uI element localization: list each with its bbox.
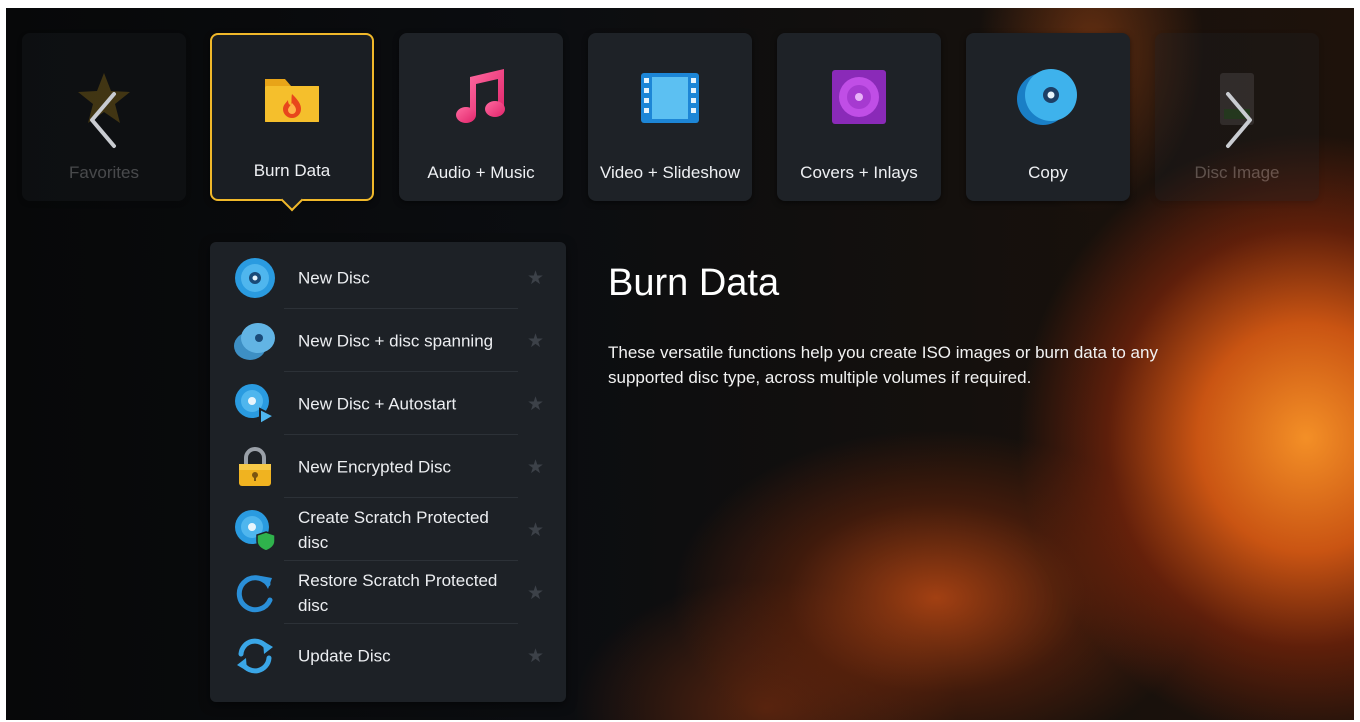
app-window: Favorites Burn Data Audio + Music Video …	[6, 8, 1354, 720]
menu-item-update-disc[interactable]: Update Disc ★	[210, 624, 566, 687]
menu-item-new-encrypted-disc[interactable]: New Encrypted Disc ★	[210, 435, 566, 498]
section-description: These versatile functions help you creat…	[608, 343, 1158, 387]
category-burn-data[interactable]: Burn Data	[210, 33, 374, 201]
category-label: Video + Slideshow	[599, 163, 741, 182]
menu-item-create-scratch-protected[interactable]: Create Scratch Protected disc ★	[210, 498, 566, 561]
category-label: Covers + Inlays	[800, 163, 918, 182]
refresh-icon	[237, 638, 273, 673]
star-icon[interactable]: ★	[527, 456, 544, 478]
star-icon[interactable]: ★	[527, 330, 544, 352]
burn-data-menu: New Disc ★ New Disc + disc spanning ★ Ne…	[210, 242, 566, 702]
category-label: Copy	[1028, 163, 1068, 182]
menu-item-new-disc[interactable]: New Disc ★	[210, 246, 566, 309]
star-icon[interactable]: ★	[527, 267, 544, 289]
disc-cover-icon	[832, 70, 886, 124]
menu-item-label: New Disc + Autostart	[298, 394, 457, 413]
menu-item-new-disc-autostart[interactable]: New Disc + Autostart ★	[210, 372, 566, 435]
menu-item-new-disc-spanning[interactable]: New Disc + disc spanning ★	[210, 309, 566, 372]
star-icon[interactable]: ★	[527, 519, 544, 541]
category-covers-inlays[interactable]: Covers + Inlays	[777, 33, 941, 201]
category-label: Audio + Music	[427, 163, 535, 182]
copy-disc-icon	[1017, 69, 1077, 125]
disc-icon	[235, 257, 275, 298]
disc-shield-icon	[235, 509, 276, 552]
film-strip-icon	[641, 73, 699, 123]
folder-flame-icon	[265, 79, 319, 122]
category-audio-music[interactable]: Audio + Music	[399, 33, 563, 201]
music-note-icon	[456, 69, 505, 123]
disc-stack-icon	[234, 322, 275, 360]
star-icon[interactable]: ★	[527, 645, 544, 667]
category-label: Favorites	[69, 163, 139, 182]
restore-icon	[236, 574, 273, 612]
chevron-left-icon[interactable]	[86, 90, 120, 150]
menu-item-label: New Disc + disc spanning	[298, 331, 494, 350]
section-title: Burn Data	[608, 262, 780, 304]
category-video-slideshow[interactable]: Video + Slideshow	[588, 33, 752, 201]
chevron-right-icon[interactable]	[1222, 90, 1256, 150]
star-icon[interactable]: ★	[527, 582, 544, 604]
menu-item-restore-scratch-protected[interactable]: Restore Scratch Protected disc ★	[210, 561, 566, 624]
menu-item-label: Restore Scratch Protected disc	[298, 570, 498, 615]
menu-item-label: Create Scratch Protected disc	[298, 507, 489, 552]
padlock-icon	[239, 446, 271, 486]
category-label: Disc Image	[1194, 163, 1280, 182]
star-icon[interactable]: ★	[527, 393, 544, 415]
category-copy[interactable]: Copy	[966, 33, 1130, 201]
menu-item-label: New Disc	[298, 268, 370, 287]
disc-autostart-icon	[235, 383, 277, 426]
category-label: Burn Data	[253, 161, 331, 180]
menu-item-label: New Encrypted Disc	[298, 457, 452, 476]
menu-item-label: Update Disc	[298, 646, 391, 665]
